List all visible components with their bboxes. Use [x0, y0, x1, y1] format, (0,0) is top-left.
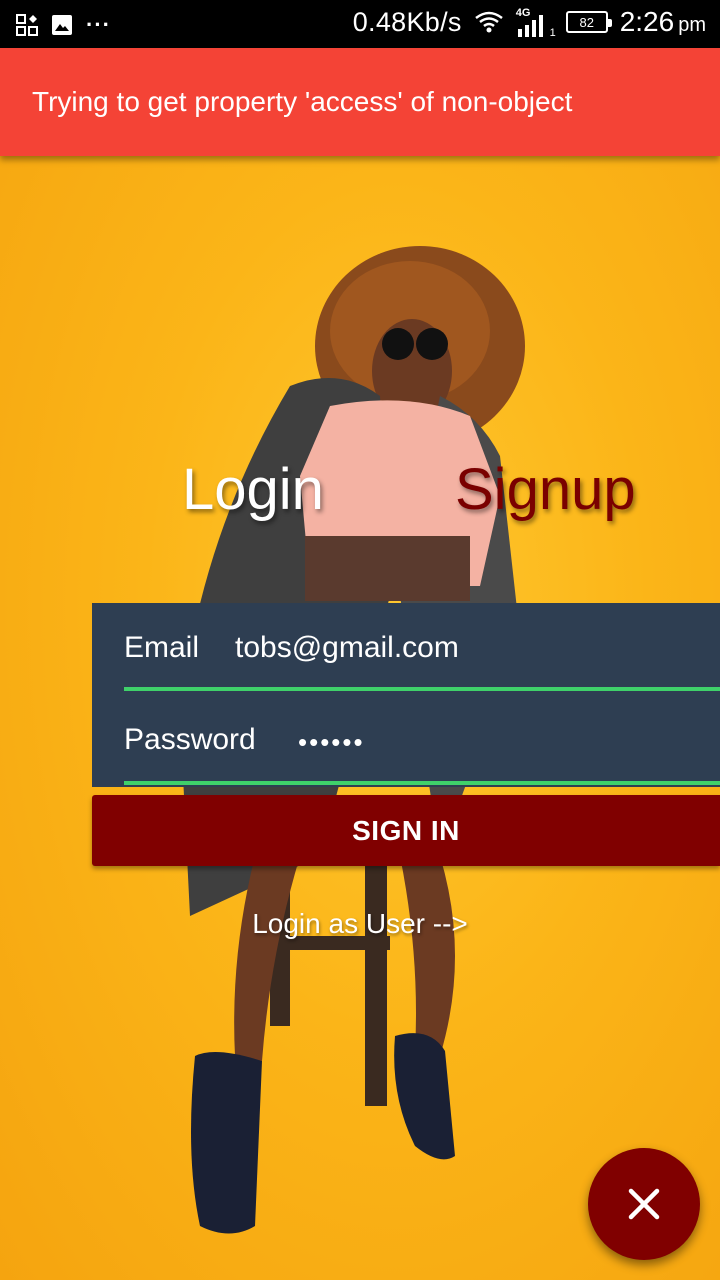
cell-signal-icon: 4G 1 [516, 7, 556, 39]
login-form: Email tobs@gmail.com Password •••••• [92, 603, 720, 787]
clock: 2:26 pm [620, 6, 706, 38]
password-underline [124, 781, 720, 785]
status-left-icons: ··· [16, 12, 111, 38]
network-speed: 0.48Kb/s [352, 6, 462, 37]
tab-login[interactable]: Login [182, 456, 324, 523]
error-message: Trying to get property 'access' of non-o… [32, 86, 573, 117]
login-as-user-link[interactable]: Login as User --> [0, 908, 720, 940]
clock-time: 2:26 [619, 6, 675, 37]
sim-slot: 1 [549, 27, 556, 39]
status-right: 0.48Kb/s 4G 1 82 2:26 pm [352, 6, 706, 39]
more-dots-icon: ··· [86, 12, 111, 37]
email-field[interactable]: Email tobs@gmail.com [124, 603, 720, 693]
qr-grid-icon [16, 14, 38, 36]
email-input[interactable]: tobs@gmail.com [235, 631, 459, 665]
status-bar: ··· 0.48Kb/s 4G 1 82 2:26 pm [0, 0, 720, 48]
email-underline [124, 687, 720, 691]
close-icon [628, 1188, 660, 1220]
image-icon [52, 15, 72, 35]
sign-in-button[interactable]: SIGN IN [92, 795, 720, 866]
battery-icon: 82 [565, 11, 612, 33]
password-input[interactable]: •••••• [298, 727, 365, 758]
password-field[interactable]: Password •••••• [124, 695, 720, 785]
wifi-icon [474, 11, 503, 33]
error-banner: Trying to get property 'access' of non-o… [0, 48, 720, 156]
tab-signup[interactable]: Signup [455, 456, 636, 523]
email-label: Email [124, 631, 200, 664]
close-fab-button[interactable] [588, 1148, 700, 1260]
battery-level: 82 [579, 14, 594, 30]
background-photo: Login Signup Email tobs@gmail.com Passwo… [0, 156, 720, 1280]
clock-suffix: pm [678, 14, 706, 36]
password-label: Password [124, 723, 256, 756]
